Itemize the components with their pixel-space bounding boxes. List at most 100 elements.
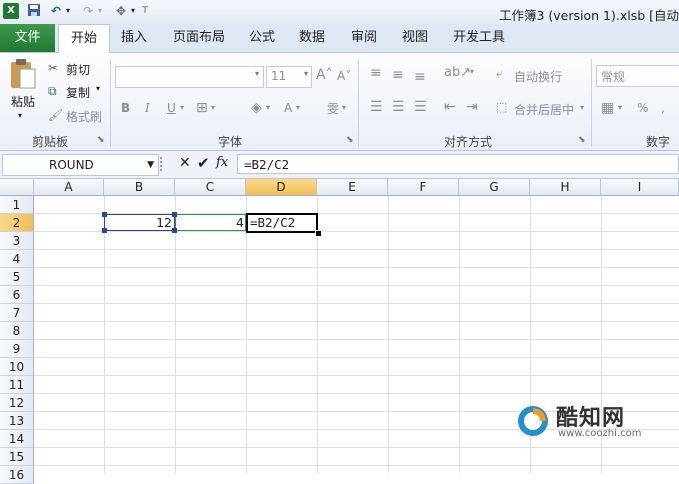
- tab-developer[interactable]: 开发工具: [446, 24, 512, 52]
- row-header[interactable]: 2: [0, 214, 34, 232]
- align-bottom-icon[interactable]: ≡: [414, 69, 426, 85]
- column-header-g[interactable]: G: [459, 179, 530, 196]
- tab-review[interactable]: 审阅: [343, 24, 385, 52]
- fill-handle[interactable]: [315, 230, 322, 237]
- row-header[interactable]: 1: [0, 196, 34, 214]
- row-header[interactable]: 10: [0, 358, 34, 376]
- cell-b2[interactable]: 12: [104, 214, 172, 232]
- copy-dropdown-icon[interactable]: ▾: [96, 84, 100, 93]
- cut-icon[interactable]: ✂: [48, 61, 58, 75]
- font-name-combo[interactable]: ▾: [115, 66, 264, 88]
- cut-button[interactable]: 剪切: [66, 61, 90, 78]
- column-header-h[interactable]: H: [530, 179, 601, 196]
- paste-icon[interactable]: [8, 57, 40, 91]
- comma-style-button[interactable]: ,: [661, 101, 665, 115]
- tab-file[interactable]: 文件: [0, 24, 55, 52]
- tab-data[interactable]: 数据: [291, 24, 333, 52]
- currency-dropdown-icon[interactable]: ▾: [618, 103, 622, 112]
- increase-indent-icon[interactable]: ⇥: [466, 99, 478, 115]
- undo-icon[interactable]: ↶: [48, 3, 64, 19]
- align-right-icon[interactable]: ☰: [414, 99, 427, 115]
- font-color-icon[interactable]: A: [284, 101, 292, 115]
- column-header-i[interactable]: I: [601, 179, 679, 196]
- merge-dropdown-icon[interactable]: ▾: [580, 103, 584, 112]
- merge-center-button[interactable]: 合并后居中: [514, 101, 574, 118]
- row-header[interactable]: 12: [0, 394, 34, 412]
- cell-c2[interactable]: 4: [175, 214, 244, 232]
- format-painter-icon[interactable]: 🖌: [48, 108, 63, 122]
- tab-view[interactable]: 视图: [394, 24, 436, 52]
- align-center-icon[interactable]: ☰: [392, 99, 405, 115]
- row-header[interactable]: 15: [0, 448, 34, 466]
- paste-button[interactable]: 粘贴: [11, 93, 35, 110]
- cancel-icon[interactable]: ✕: [179, 155, 191, 171]
- active-cell-d2[interactable]: =B2/C2: [246, 213, 318, 233]
- insert-function-icon[interactable]: fx: [216, 155, 228, 170]
- italic-button[interactable]: I: [145, 101, 150, 115]
- align-middle-icon[interactable]: ≡: [392, 67, 404, 83]
- resize-handle[interactable]: [160, 157, 174, 171]
- fill-color-dropdown-icon[interactable]: ▾: [266, 103, 270, 112]
- copy-icon[interactable]: ⧉: [48, 84, 57, 99]
- macro-icon[interactable]: ✥: [113, 3, 129, 19]
- font-color-dropdown-icon[interactable]: ▾: [296, 103, 300, 112]
- row-header[interactable]: 14: [0, 430, 34, 448]
- bold-button[interactable]: B: [121, 101, 130, 115]
- paste-dropdown-icon[interactable]: ▾: [18, 111, 22, 120]
- select-all-corner[interactable]: [0, 179, 34, 196]
- phonetic-dropdown-icon[interactable]: ▾: [342, 103, 346, 112]
- merge-center-icon[interactable]: ⬚: [496, 100, 507, 114]
- formula-input[interactable]: =B2/C2: [237, 154, 679, 174]
- font-launcher-icon[interactable]: ⬊: [346, 135, 354, 145]
- redo-dropdown-icon[interactable]: ▾: [96, 3, 104, 19]
- column-header-b[interactable]: B: [104, 179, 175, 196]
- name-box[interactable]: ROUND ▼: [2, 154, 159, 176]
- row-header[interactable]: 9: [0, 340, 34, 358]
- align-top-icon[interactable]: ≡: [370, 65, 382, 81]
- clipboard-launcher-icon[interactable]: ⬊: [97, 135, 105, 145]
- column-header-c[interactable]: C: [175, 179, 246, 196]
- column-header-a[interactable]: A: [34, 179, 104, 196]
- font-size-combo[interactable]: 11 ▾: [266, 66, 312, 88]
- copy-button[interactable]: 复制: [66, 84, 90, 101]
- borders-dropdown-icon[interactable]: ▾: [211, 103, 215, 112]
- grow-font-icon[interactable]: A˄: [316, 67, 333, 83]
- underline-dropdown-icon[interactable]: ▾: [180, 103, 184, 112]
- orientation-icon[interactable]: ab↗: [444, 65, 471, 80]
- column-header-e[interactable]: E: [317, 179, 388, 196]
- undo-dropdown-icon[interactable]: ▾: [64, 3, 72, 19]
- redo-icon[interactable]: ↷: [80, 3, 96, 19]
- cell-d2-editing[interactable]: =B2/C2: [250, 215, 295, 231]
- tab-page-layout[interactable]: 页面布局: [164, 24, 234, 52]
- number-format-combo[interactable]: 常规: [596, 65, 679, 87]
- borders-icon[interactable]: ⊞: [196, 100, 208, 116]
- phonetic-icon[interactable]: 雯: [327, 100, 339, 117]
- column-header-d[interactable]: D: [246, 179, 317, 196]
- align-left-icon[interactable]: ☰: [370, 99, 383, 115]
- tab-insert[interactable]: 插入: [113, 24, 155, 52]
- row-header[interactable]: 7: [0, 304, 34, 322]
- percent-button[interactable]: %: [637, 101, 648, 115]
- column-header-f[interactable]: F: [388, 179, 459, 196]
- fill-color-icon[interactable]: ◈: [251, 100, 262, 116]
- row-header[interactable]: 3: [0, 232, 34, 250]
- row-header[interactable]: 11: [0, 376, 34, 394]
- tab-formulas[interactable]: 公式: [241, 24, 283, 52]
- decrease-indent-icon[interactable]: ⇤: [444, 99, 456, 115]
- row-header[interactable]: 13: [0, 412, 34, 430]
- name-box-dropdown-icon[interactable]: ▼: [147, 155, 154, 175]
- underline-button[interactable]: U: [167, 101, 176, 115]
- alignment-launcher-icon[interactable]: ⬊: [578, 135, 586, 145]
- customize-qat-icon[interactable]: ⊤: [140, 3, 150, 19]
- wrap-text-icon[interactable]: ⤶: [496, 66, 503, 81]
- row-header[interactable]: 16: [0, 466, 34, 484]
- format-painter-button[interactable]: 格式刷: [66, 108, 102, 125]
- worksheet-grid[interactable]: A B C D E F G H I 1 2 3 4 5 6 7 8 9 10 1…: [0, 179, 679, 484]
- currency-icon[interactable]: ▦: [601, 100, 614, 116]
- tab-home[interactable]: 开始: [58, 24, 110, 54]
- enter-icon[interactable]: ✔: [197, 154, 210, 172]
- wrap-text-button[interactable]: 自动换行: [514, 68, 562, 85]
- save-icon[interactable]: [27, 3, 41, 19]
- row-header[interactable]: 4: [0, 250, 34, 268]
- excel-app-icon[interactable]: X: [3, 3, 19, 19]
